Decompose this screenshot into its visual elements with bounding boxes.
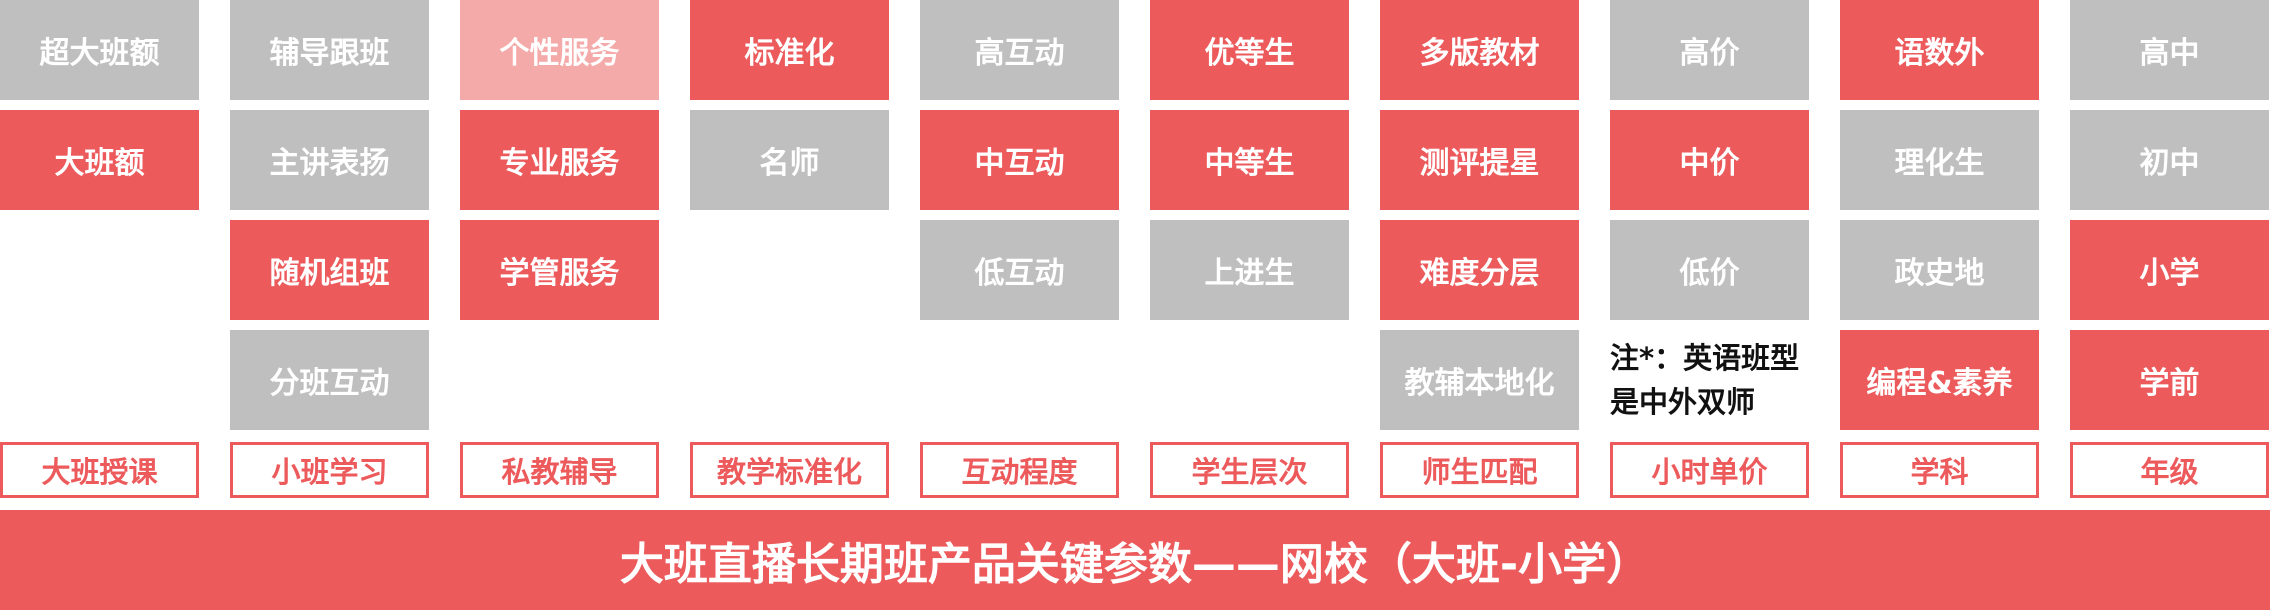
column-label: 小时单价	[1610, 442, 1809, 498]
option-cell: 教辅本地化	[1380, 330, 1579, 430]
option-cell: 测评提星	[1380, 110, 1579, 210]
column-label: 学科	[1840, 442, 2039, 498]
option-cell: 学前	[2070, 330, 2269, 430]
option-cell: 标准化	[690, 0, 889, 100]
option-cell: 高互动	[920, 0, 1119, 100]
option-cell: 编程&素养	[1840, 330, 2039, 430]
option-cell: 低互动	[920, 220, 1119, 320]
option-cell: 理化生	[1840, 110, 2039, 210]
column-student-level: 优等生 中等生 上进生 学生层次	[1150, 0, 1349, 500]
option-cell: 专业服务	[460, 110, 659, 210]
option-cell: 辅导跟班	[230, 0, 429, 100]
column-label: 小班学习	[230, 442, 429, 498]
option-cell: 上进生	[1150, 220, 1349, 320]
column-grade: 高中 初中 小学 学前 年级	[2070, 0, 2269, 500]
option-cell: 超大班额	[0, 0, 199, 100]
column-label: 大班授课	[0, 442, 199, 498]
option-cell: 低价	[1610, 220, 1809, 320]
option-cell: 分班互动	[230, 330, 429, 430]
banner-title: 大班直播长期班产品关键参数——网校（大班-小学）	[0, 510, 2270, 610]
option-cell: 初中	[2070, 110, 2269, 210]
option-cell: 语数外	[1840, 0, 2039, 100]
option-cell: 中互动	[920, 110, 1119, 210]
column-subject: 语数外 理化生 政史地 编程&素养 学科	[1840, 0, 2039, 500]
column-label: 学生层次	[1150, 442, 1349, 498]
option-cell: 高价	[1610, 0, 1809, 100]
column-interaction: 高互动 中互动 低互动 互动程度	[920, 0, 1119, 500]
option-cell: 学管服务	[460, 220, 659, 320]
column-standardization: 标准化 名师 教学标准化	[690, 0, 889, 500]
option-cell: 多版教材	[1380, 0, 1579, 100]
column-hourly-price: 高价 中价 低价 注*：英语班型 是中外双师 小时单价	[1610, 0, 1809, 500]
column-label: 教学标准化	[690, 442, 889, 498]
column-label: 私教辅导	[460, 442, 659, 498]
option-cell: 大班额	[0, 110, 199, 210]
column-private-tutoring: 个性服务 专业服务 学管服务 私教辅导	[460, 0, 659, 500]
column-class-size: 超大班额 大班额 大班授课	[0, 0, 199, 500]
parameter-grid: 超大班额 大班额 大班授课 辅导跟班 主讲表扬 随机组班 分班互动 小班学习 个…	[0, 0, 2270, 500]
option-cell: 政史地	[1840, 220, 2039, 320]
option-cell: 高中	[2070, 0, 2269, 100]
column-label: 互动程度	[920, 442, 1119, 498]
option-cell: 名师	[690, 110, 889, 210]
option-cell: 个性服务	[460, 0, 659, 100]
option-cell: 中等生	[1150, 110, 1349, 210]
column-small-group: 辅导跟班 主讲表扬 随机组班 分班互动 小班学习	[230, 0, 429, 500]
footnote-line: 是中外双师	[1610, 385, 1756, 419]
option-cell: 随机组班	[230, 220, 429, 320]
option-cell: 难度分层	[1380, 220, 1579, 320]
option-cell: 中价	[1610, 110, 1809, 210]
column-label: 师生匹配	[1380, 442, 1579, 498]
option-cell: 小学	[2070, 220, 2269, 320]
option-cell: 优等生	[1150, 0, 1349, 100]
column-label: 年级	[2070, 442, 2269, 498]
footnote-line: 注*：英语班型	[1610, 341, 1800, 375]
footnote: 注*：英语班型 是中外双师	[1610, 336, 1815, 424]
option-cell: 主讲表扬	[230, 110, 429, 210]
column-teacher-student-match: 多版教材 测评提星 难度分层 教辅本地化 师生匹配	[1380, 0, 1579, 500]
